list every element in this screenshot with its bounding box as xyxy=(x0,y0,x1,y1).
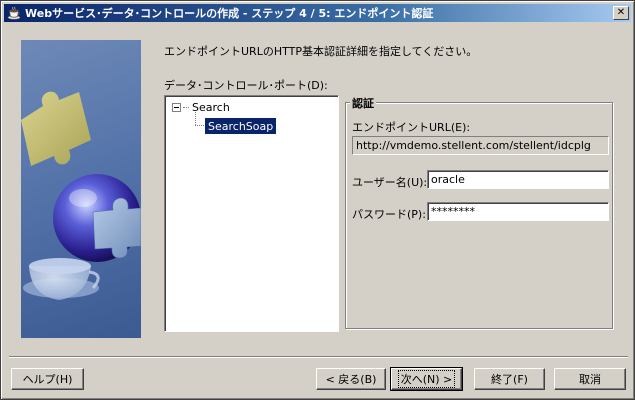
auth-group-title: 認証 xyxy=(350,95,376,111)
back-button-label: < 戻る(B) xyxy=(325,373,377,386)
coffee-cup-icon xyxy=(6,5,22,21)
wizard-window: Webサービス･データ･コントロールの作成 - ステップ 4 / 5: エンドポ… xyxy=(0,0,635,400)
close-icon: ✕ xyxy=(616,7,626,18)
username-label: ユーザー名(U): xyxy=(352,176,428,189)
footer-divider xyxy=(9,356,628,358)
tree-node-label: Search xyxy=(192,101,230,114)
tree-connector xyxy=(183,107,189,108)
help-button[interactable]: ヘルプ(H) xyxy=(11,368,84,390)
username-field[interactable]: oracle xyxy=(427,170,609,189)
help-button-label: ヘルプ(H) xyxy=(22,373,73,386)
ports-tree[interactable]: Search SearchSoap xyxy=(164,95,339,332)
collapse-minus-icon[interactable] xyxy=(172,103,181,112)
cancel-button[interactable]: 取消 xyxy=(554,368,626,390)
cancel-button-label: 取消 xyxy=(579,373,601,386)
endpoint-url-label: エンドポイントURL(E): xyxy=(352,121,471,134)
password-field[interactable]: ******** xyxy=(427,202,609,221)
instruction-text: エンドポイントURLのHTTP基本認証詳細を指定してください。 xyxy=(164,45,478,58)
close-button[interactable]: ✕ xyxy=(613,6,629,20)
title-bar[interactable]: Webサービス･データ･コントロールの作成 - ステップ 4 / 5: エンドポ… xyxy=(4,4,631,22)
next-button-label: 次へ(N) > xyxy=(397,370,456,388)
wizard-illustration xyxy=(21,40,141,338)
data-control-ports-label: データ･コントロール･ポート(D): xyxy=(164,79,328,92)
back-button[interactable]: < 戻る(B) xyxy=(316,368,386,390)
finish-button[interactable]: 終了(F) xyxy=(474,368,545,390)
endpoint-url-field[interactable]: http://vmdemo.stellent.com/stellent/idcp… xyxy=(352,136,609,155)
password-label: パスワード(P): xyxy=(352,208,426,221)
next-button[interactable]: 次へ(N) > xyxy=(390,367,463,391)
finish-button-label: 終了(F) xyxy=(491,373,528,386)
tree-node-searchsoap[interactable]: SearchSoap xyxy=(205,118,277,134)
tree-connector xyxy=(195,125,204,126)
tree-connector xyxy=(195,112,196,125)
tree-node-label: SearchSoap xyxy=(208,119,274,133)
tree-node-search[interactable]: Search xyxy=(172,101,230,114)
window-title: Webサービス･データ･コントロールの作成 - ステップ 4 / 5: エンドポ… xyxy=(25,7,434,20)
